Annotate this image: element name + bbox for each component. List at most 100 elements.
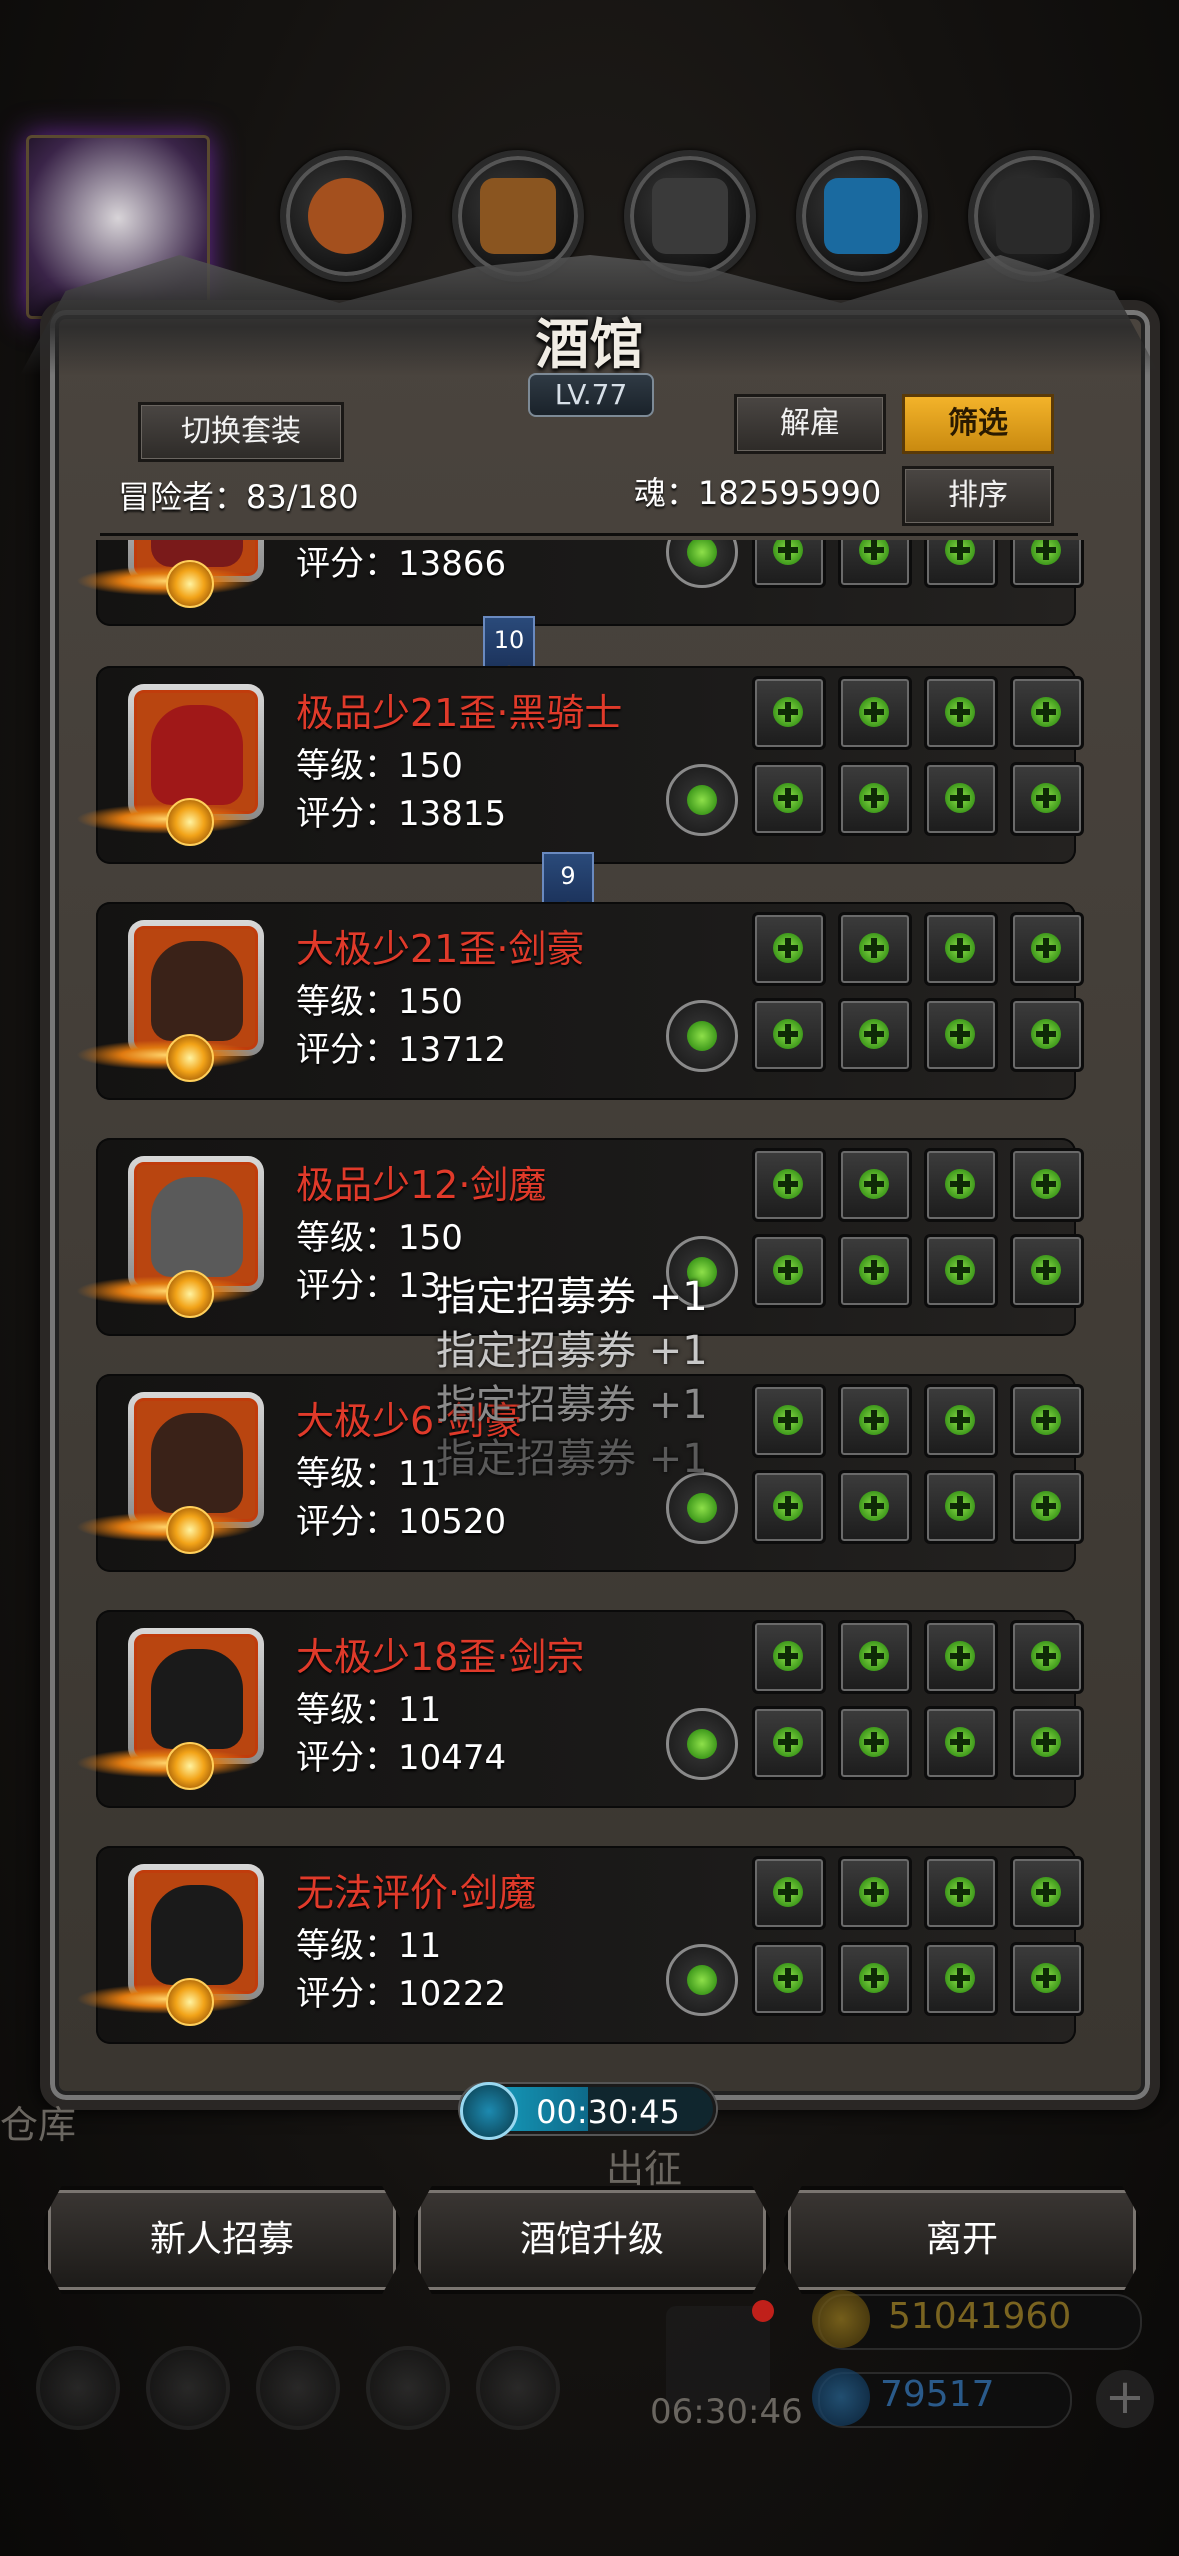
hero-score: 评分：13815: [296, 794, 507, 834]
tavern-upgrade-button[interactable]: 酒馆升级: [414, 2186, 770, 2294]
hero-level: 等级：150: [296, 982, 463, 1022]
equip-slot[interactable]: [924, 912, 998, 986]
hero-card[interactable]: 大极少18歪·剑宗 等级：11 评分：10474: [76, 1610, 1084, 1808]
equip-slot[interactable]: [838, 912, 912, 986]
equip-slot[interactable]: [1010, 1942, 1084, 2016]
hero-card[interactable]: 大极少21歪·剑豪 等级：150 评分：13712: [76, 902, 1084, 1100]
equip-slot[interactable]: [752, 1148, 826, 1222]
gold-coin-icon: [812, 2290, 870, 2348]
sort-button[interactable]: 排序: [902, 466, 1054, 526]
equip-slot[interactable]: [924, 676, 998, 750]
equip-slot[interactable]: [838, 1234, 912, 1308]
weapon-slot-icon[interactable]: [666, 1708, 738, 1780]
weapon-slot-icon[interactable]: [666, 764, 738, 836]
equip-slot[interactable]: [1010, 1234, 1084, 1308]
equip-slot[interactable]: [924, 1384, 998, 1458]
add-currency-icon[interactable]: +: [1096, 2370, 1154, 2428]
equip-slot[interactable]: [1010, 912, 1084, 986]
hero-name: 大极少21歪·剑豪: [296, 927, 585, 971]
equip-slot[interactable]: [838, 1942, 912, 2016]
equip-slot[interactable]: [1010, 1856, 1084, 1930]
recruit-ticket-toast: 指定招募券 +1: [436, 1436, 708, 1482]
equip-slot[interactable]: [1010, 1706, 1084, 1780]
hero-level: 等级：150: [296, 1218, 463, 1258]
equip-slot[interactable]: [838, 1856, 912, 1930]
tower-icon[interactable]: [256, 2346, 340, 2430]
gem-icon: [812, 2368, 870, 2426]
crystal-resource-icon: [796, 150, 928, 282]
equip-slot[interactable]: [924, 540, 998, 588]
equip-slot[interactable]: [838, 762, 912, 836]
equip-slot[interactable]: [924, 1620, 998, 1694]
equip-slot[interactable]: [924, 1148, 998, 1222]
equip-slot[interactable]: [838, 998, 912, 1072]
equip-slot[interactable]: [1010, 1470, 1084, 1544]
weapon-slot-icon[interactable]: [666, 1944, 738, 2016]
header-divider: [100, 533, 1078, 536]
hero-card[interactable]: 极品少21歪·黑骑士 等级：150 评分：13815: [76, 666, 1084, 864]
hero-score: 评分：13: [296, 1266, 442, 1306]
gift-timer: 06:30:46: [650, 2392, 803, 2432]
adventurer-count: 冒险者：83/180: [118, 478, 359, 516]
equip-slot[interactable]: [752, 998, 826, 1072]
equip-slot[interactable]: [838, 676, 912, 750]
hero-card[interactable]: 无法评价·剑魔 等级：11 评分：10222: [76, 1846, 1084, 2044]
equip-slot[interactable]: [752, 676, 826, 750]
equip-slot[interactable]: [924, 1234, 998, 1308]
equip-slot[interactable]: [924, 998, 998, 1072]
recruit-ticket-toast: 指定招募券 +1: [436, 1382, 708, 1428]
handshake-icon[interactable]: [476, 2346, 560, 2430]
equip-slot[interactable]: [752, 1942, 826, 2016]
equip-slot[interactable]: [752, 1384, 826, 1458]
equip-slot[interactable]: [752, 762, 826, 836]
panel-title: 酒馆: [535, 312, 644, 376]
hero-score: 评分：10520: [296, 1502, 507, 1542]
star-medal-icon: [166, 1506, 214, 1554]
equip-slot[interactable]: [752, 540, 826, 588]
equip-slot[interactable]: [752, 1706, 826, 1780]
dismiss-button[interactable]: 解雇: [734, 394, 886, 454]
equip-slot[interactable]: [752, 1234, 826, 1308]
equip-slot[interactable]: [838, 540, 912, 588]
equip-slot[interactable]: [924, 1942, 998, 2016]
equip-slot[interactable]: [1010, 1384, 1084, 1458]
recruit-ticket-toast: 指定招募券 +1: [436, 1328, 708, 1374]
equip-slot[interactable]: [1010, 676, 1084, 750]
achievement-icon[interactable]: [146, 2346, 230, 2430]
filter-button[interactable]: 筛选: [902, 394, 1054, 454]
equip-slot[interactable]: [838, 1470, 912, 1544]
equip-slot[interactable]: [752, 1470, 826, 1544]
equip-slot[interactable]: [752, 912, 826, 986]
equip-slot[interactable]: [1010, 998, 1084, 1072]
equip-slot[interactable]: [752, 1620, 826, 1694]
equip-slot[interactable]: [1010, 1620, 1084, 1694]
equip-slot[interactable]: [924, 762, 998, 836]
switch-outfit-button[interactable]: 切换套装: [138, 402, 344, 462]
hero-score: 评分：10222: [296, 1974, 507, 2014]
new-recruit-button[interactable]: 新人招募: [44, 2186, 400, 2294]
equip-slot[interactable]: [838, 1706, 912, 1780]
star-medal-icon: [166, 1034, 214, 1082]
leave-button[interactable]: 离开: [784, 2186, 1140, 2294]
equip-slot[interactable]: [752, 1856, 826, 1930]
hero-name: 极品少21歪·黑骑士: [296, 691, 623, 735]
settings-icon[interactable]: [36, 2346, 120, 2430]
soul-count: 魂：182595990: [634, 474, 882, 512]
mail-icon[interactable]: [366, 2346, 450, 2430]
weapon-slot-icon[interactable]: [666, 540, 738, 588]
equip-slot[interactable]: [924, 1470, 998, 1544]
equip-slot[interactable]: [1010, 540, 1084, 588]
hero-score: 评分：10474: [296, 1738, 507, 1778]
equip-slot[interactable]: [1010, 1148, 1084, 1222]
equip-slot[interactable]: [924, 1706, 998, 1780]
equip-slot[interactable]: [838, 1620, 912, 1694]
star-medal-icon: [166, 560, 214, 608]
hero-score: 评分：13866: [296, 544, 507, 584]
equip-slot[interactable]: [838, 1148, 912, 1222]
star-medal-icon: [166, 1978, 214, 2026]
equip-slot[interactable]: [838, 1384, 912, 1458]
equip-slot[interactable]: [924, 1856, 998, 1930]
hero-card[interactable]: 评分：13866: [76, 540, 1084, 626]
equip-slot[interactable]: [1010, 762, 1084, 836]
weapon-slot-icon[interactable]: [666, 1000, 738, 1072]
